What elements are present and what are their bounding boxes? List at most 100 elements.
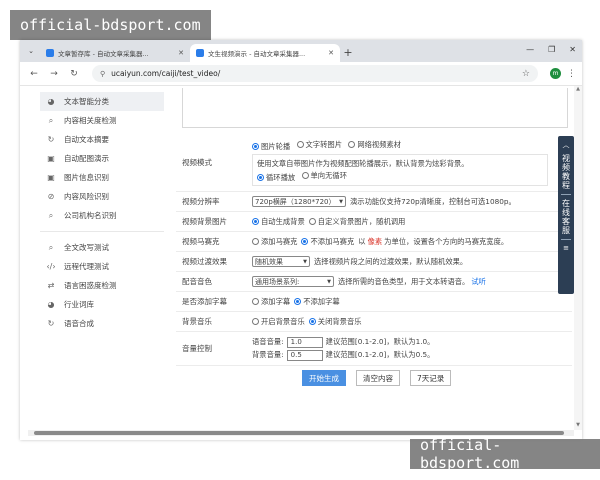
radio-bgm-off[interactable]: 关闭背景音乐	[308, 317, 362, 327]
radio-auto-bg[interactable]: 自动生成背景	[252, 217, 305, 227]
sidebar-item-proxy-test[interactable]: ‹/› 远程代理测试	[40, 257, 164, 276]
back-icon[interactable]: ←	[26, 66, 42, 82]
menu-icon[interactable]: ≡	[563, 244, 569, 252]
history-button[interactable]: 7天记录	[410, 370, 452, 386]
voice-select[interactable]: 通用场景系列: ▼	[252, 276, 334, 287]
field-label: 视频模式	[182, 158, 212, 167]
radio-bgm-on[interactable]: 开启背景音乐	[252, 317, 305, 327]
code-icon: ‹/›	[46, 262, 56, 271]
bg-volume-label: 背景音量:	[252, 350, 284, 359]
address-bar[interactable]: ⚲ ucaiyun.com/caiji/test_video/ ☆	[92, 65, 538, 82]
sidebar-item-label: 内容风险识别	[64, 192, 109, 201]
sidebar-item-image-recognition[interactable]: ▣ 图片信息识别	[40, 168, 164, 187]
sidebar-item-text-classification[interactable]: ◕ 文本智能分类	[40, 92, 164, 111]
menu-kebab-icon[interactable]: ⋮	[567, 69, 576, 79]
article-textarea[interactable]	[182, 88, 568, 128]
radio-label: 添加马赛克	[261, 236, 298, 246]
radio-label: 循环播放	[266, 172, 296, 182]
sidebar-item-label: 行业词库	[64, 300, 94, 309]
sidebar-item-label: 远程代理测试	[64, 262, 109, 271]
shield-icon: ⊘	[47, 192, 55, 201]
maximize-icon[interactable]: ❐	[548, 45, 555, 54]
vertical-scrollbar[interactable]: ▲ ▼	[574, 86, 582, 430]
radio-loop-play[interactable]: 循环播放	[257, 173, 295, 183]
voice-volume-input[interactable]: 1.0	[286, 336, 323, 348]
close-window-icon[interactable]: ✕	[569, 45, 576, 54]
sidebar-item-speech-synthesis[interactable]: ↻ 语音合成	[40, 314, 164, 333]
forward-icon[interactable]: →	[46, 66, 62, 82]
radio-label: 单向无循环	[310, 170, 347, 180]
scroll-down-icon[interactable]: ▼	[574, 422, 582, 430]
row-volume: 音量控制 语音音量: 1.0 建议范围[0.1-2.0]，默认为1.0。 背景音…	[176, 332, 572, 366]
close-icon[interactable]: ✕	[328, 49, 334, 57]
profile-avatar-icon[interactable]: m	[550, 68, 561, 79]
mode-options: 图片轮播 文字转图片 网络视频素材	[252, 140, 405, 152]
sidebar-item-label: 语音合成	[64, 319, 94, 328]
video-tutorial-link[interactable]: 视频教程	[561, 154, 572, 190]
sidebar-item-auto-summary[interactable]: ↻ 自动文本摘要	[40, 130, 164, 149]
window-controls: — ❐ ✕	[526, 45, 576, 54]
voice-note: 选择所需的音色类型，用于文本转语音。	[338, 276, 470, 286]
sidebar-item-auto-image[interactable]: ▣ 自动配图演示	[40, 149, 164, 168]
radio-text-to-image[interactable]: 文字转图片	[296, 140, 342, 150]
radio-no-subtitle[interactable]: 不添加字幕	[294, 297, 340, 307]
resolution-select[interactable]: 720p横屏（1280*720） ▼	[252, 196, 346, 207]
site-info-icon[interactable]: ⚲	[100, 70, 105, 78]
row-resolution: 视频分辨率 720p横屏（1280*720） ▼ 演示功能仅支持720p清晰度，控…	[176, 192, 572, 212]
voice-volume-label: 语音音量:	[252, 337, 284, 346]
radio-image-carousel[interactable]: 图片轮播	[252, 142, 290, 152]
new-tab-button[interactable]: +	[340, 44, 356, 60]
radio-dot-icon	[301, 238, 309, 245]
chevron-up-icon[interactable]: ︿	[563, 140, 570, 150]
radio-add-mosaic[interactable]: 添加马赛克	[252, 237, 297, 247]
radio-custom-bg[interactable]: 自定义背景图片，随机调用	[308, 216, 406, 227]
browser-toolbar: ← → ↻ ⚲ ucaiyun.com/caiji/test_video/ ☆ …	[20, 62, 582, 86]
bookmark-star-icon[interactable]: ☆	[522, 69, 530, 79]
page-content: ◕ 文本智能分类 ⌕ 内容相关度检测 ↻ 自动文本摘要 ▣ 自动配图演示 ▣ 图片信息识别…	[20, 86, 582, 440]
transition-select[interactable]: 随机效果 ▼	[252, 256, 310, 267]
clear-button[interactable]: 清空内容	[356, 370, 400, 386]
bg-volume-input[interactable]: 0.5	[286, 349, 323, 361]
mode-description: 使用文章自带图片作为视频配图轮播展示，默认背景为炫彩背景。	[257, 158, 469, 168]
sidebar-item-industry-lexicon[interactable]: ◕ 行业词库	[40, 295, 164, 314]
row-mosaic: 视频马赛克 添加马赛克 不添加马赛克 以 像素 为单位，设置各个方向的马赛克宽度…	[176, 232, 572, 252]
radio-web-video[interactable]: 网络视频素材	[348, 140, 401, 150]
field-value: 添加马赛克 不添加马赛克 以 像素 为单位，设置各个方向的马赛克宽度。	[252, 232, 572, 251]
tab-search-icon[interactable]: ⌄	[24, 44, 38, 58]
radio-no-loop[interactable]: 单向无循环	[301, 170, 347, 181]
sidebar-item-rewrite-test[interactable]: ⌕ 全文改写测试	[40, 238, 164, 257]
field-label: 配音音色	[182, 277, 212, 286]
mosaic-note-highlight: 像素	[367, 236, 383, 246]
pie-chart-icon: ◕	[47, 300, 55, 309]
reload-icon[interactable]: ↻	[66, 66, 82, 82]
minimize-icon[interactable]: —	[526, 45, 534, 54]
sidebar-item-risk-detection[interactable]: ⊘ 内容风险识别	[40, 187, 164, 206]
radio-add-subtitle[interactable]: 添加字幕	[252, 297, 290, 307]
generate-button[interactable]: 开始生成	[302, 370, 346, 386]
field-value: 通用场景系列: ▼ 选择所需的音色类型，用于文本转语音。 试听	[252, 272, 572, 291]
online-support-link[interactable]: 在线客服	[561, 199, 572, 235]
row-transition: 视频过渡效果 随机效果 ▼ 选择视频片段之间的过渡效果，默认随机效果。	[176, 252, 572, 272]
scroll-up-icon[interactable]: ▲	[574, 86, 582, 94]
sidebar-item-perplexity[interactable]: ⇄ 语言困惑度检测	[40, 276, 164, 295]
tab-video-demo[interactable]: 文生视频演示 - 自动文章采集器... ✕	[190, 44, 340, 62]
tab-article-library[interactable]: 文章暂存库 - 自动文章采集器... ✕	[40, 44, 190, 62]
radio-dot-icon	[252, 298, 259, 305]
image-icon: ▣	[47, 154, 55, 163]
sidebar-item-org-recognition[interactable]: ⌕ 公司机构名识别	[40, 206, 164, 225]
radio-no-mosaic[interactable]: 不添加马赛克	[301, 237, 354, 247]
shuffle-icon: ⇄	[47, 281, 55, 290]
radio-dot-icon	[252, 238, 259, 245]
row-video-mode: 视频模式 图片轮播 文字转图片 网络视频素材 使用文章自带图片作为视频配图轮播展…	[176, 134, 572, 192]
scrollbar-thumb[interactable]	[34, 431, 564, 435]
sidebar-item-label: 语言困惑度检测	[64, 281, 117, 290]
radio-label: 网络视频素材	[357, 139, 402, 149]
floating-help-widget: ︿ 视频教程 在线客服 ≡	[558, 136, 574, 294]
close-icon[interactable]: ✕	[178, 49, 184, 57]
row-bg-image: 视频背景图片 自动生成背景 自定义背景图片，随机调用	[176, 212, 572, 232]
field-label: 背景音乐	[182, 317, 212, 326]
sidebar-item-relevance-check[interactable]: ⌕ 内容相关度检测	[40, 111, 164, 130]
radio-label: 自定义背景图片，随机调用	[317, 216, 406, 226]
select-value: 通用场景系列:	[255, 277, 300, 286]
preview-voice-link[interactable]: 试听	[471, 277, 486, 287]
